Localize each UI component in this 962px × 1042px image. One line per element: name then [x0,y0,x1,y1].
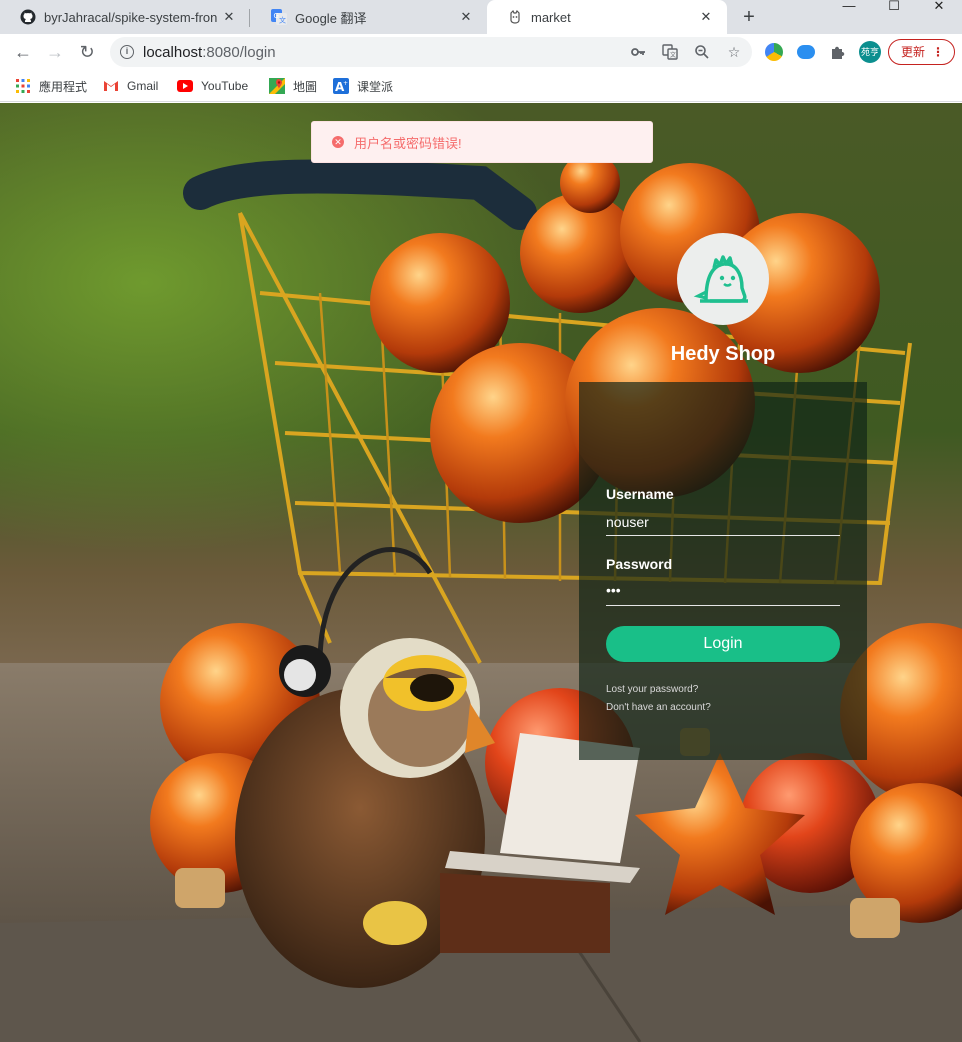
error-circle-icon: ✕ [332,136,344,148]
zoom-icon[interactable] [694,44,710,60]
address-url[interactable]: localhost:8080/login [143,44,276,61]
bookmark-label: 應用程式 [39,79,88,94]
tab-title: market [531,9,571,25]
tab-title: Google 翻译 [295,10,367,26]
maps-icon [269,78,285,94]
tab-strip: byrJahracal/spike-system-fron ✕ G文 Googl… [0,0,962,34]
star-bookmark-icon[interactable]: ☆ [726,44,742,60]
tab-title: byrJahracal/spike-system-fron [44,9,218,25]
bookmark-label: YouTube [201,79,249,93]
google-translate-icon: G文 [271,9,287,25]
key-icon[interactable] [630,44,646,60]
forward-button[interactable]: → [43,40,67,64]
bookmark-gmail[interactable]: Gmail [103,77,158,95]
username-label: Username [606,486,674,502]
register-link[interactable]: Don't have an account? [606,702,711,713]
apps-grid-icon [15,78,31,94]
svg-text:文: 文 [279,16,286,25]
close-tab-icon[interactable]: ✕ [459,10,473,24]
bookmark-label: Gmail [127,79,159,93]
gmail-icon [103,78,119,94]
tab-market[interactable]: market ✕ [487,0,727,34]
reload-button[interactable]: ↻ [75,40,99,64]
error-message: 用户名或密码错误! [354,135,462,151]
svg-text:文: 文 [670,51,676,59]
new-tab-button[interactable]: + [737,6,761,28]
password-label: Password [606,556,673,572]
window-close-button[interactable]: ✕ [916,0,962,20]
shop-name: Hedy Shop [670,343,776,365]
minimize-button[interactable]: — [826,0,872,20]
bookmark-maps[interactable]: 地圖 [269,77,317,95]
puzzle-extensions-icon[interactable] [829,43,847,61]
cloud-extension-icon[interactable] [797,45,815,59]
menu-dots-icon: ⋮ [932,45,944,59]
tab-separator [249,9,250,27]
error-alert: ✕ 用户名或密码错误! [311,121,653,163]
tab-github[interactable]: byrJahracal/spike-system-fron ✕ [0,0,250,34]
bookmark-apps[interactable]: 應用程式 [15,77,87,95]
address-bar[interactable]: i localhost:8080/login 文 ☆ [110,37,752,67]
maximize-button[interactable]: ☐ [871,0,917,20]
password-input[interactable]: ••• [606,578,840,606]
github-icon [20,9,36,25]
bookmark-ketangpai[interactable]: A + 课堂派 [333,77,393,95]
tab-google-translate[interactable]: G文 Google 翻译 ✕ [251,0,487,34]
update-button[interactable]: 更新 ⋮ [888,39,955,65]
bookmarks-bar: 應用程式 Gmail YouTube 地圖 A + 课堂派 [0,70,962,102]
close-tab-icon[interactable]: ✕ [222,10,236,24]
ketangpai-icon: A + [333,78,349,94]
username-input[interactable] [606,508,840,536]
svg-text:+: + [343,80,348,87]
shop-logo [677,233,769,325]
translate-icon[interactable]: 文 [662,44,678,60]
site-info-icon[interactable]: i [120,45,134,59]
login-button[interactable]: Login [606,626,840,662]
login-page: ✕ 用户名或密码错误! [0,103,962,1042]
bookmark-label: 地圖 [293,79,318,94]
close-tab-icon[interactable]: ✕ [699,10,713,24]
profile-avatar[interactable]: 苑亨 [859,41,881,63]
bookmark-youtube[interactable]: YouTube [177,77,248,95]
back-button[interactable]: ← [11,40,35,64]
dinosaur-logo-icon [693,255,748,303]
browser-toolbar: ← → ↻ i localhost:8080/login 文 ☆ 苑亨 更新 ⋮ [0,34,962,70]
youtube-icon [177,78,193,94]
lost-password-link[interactable]: Lost your password? [606,684,698,695]
extension-icon[interactable] [765,43,783,61]
bookmark-label: 课堂派 [357,79,394,94]
market-favicon [507,9,523,25]
